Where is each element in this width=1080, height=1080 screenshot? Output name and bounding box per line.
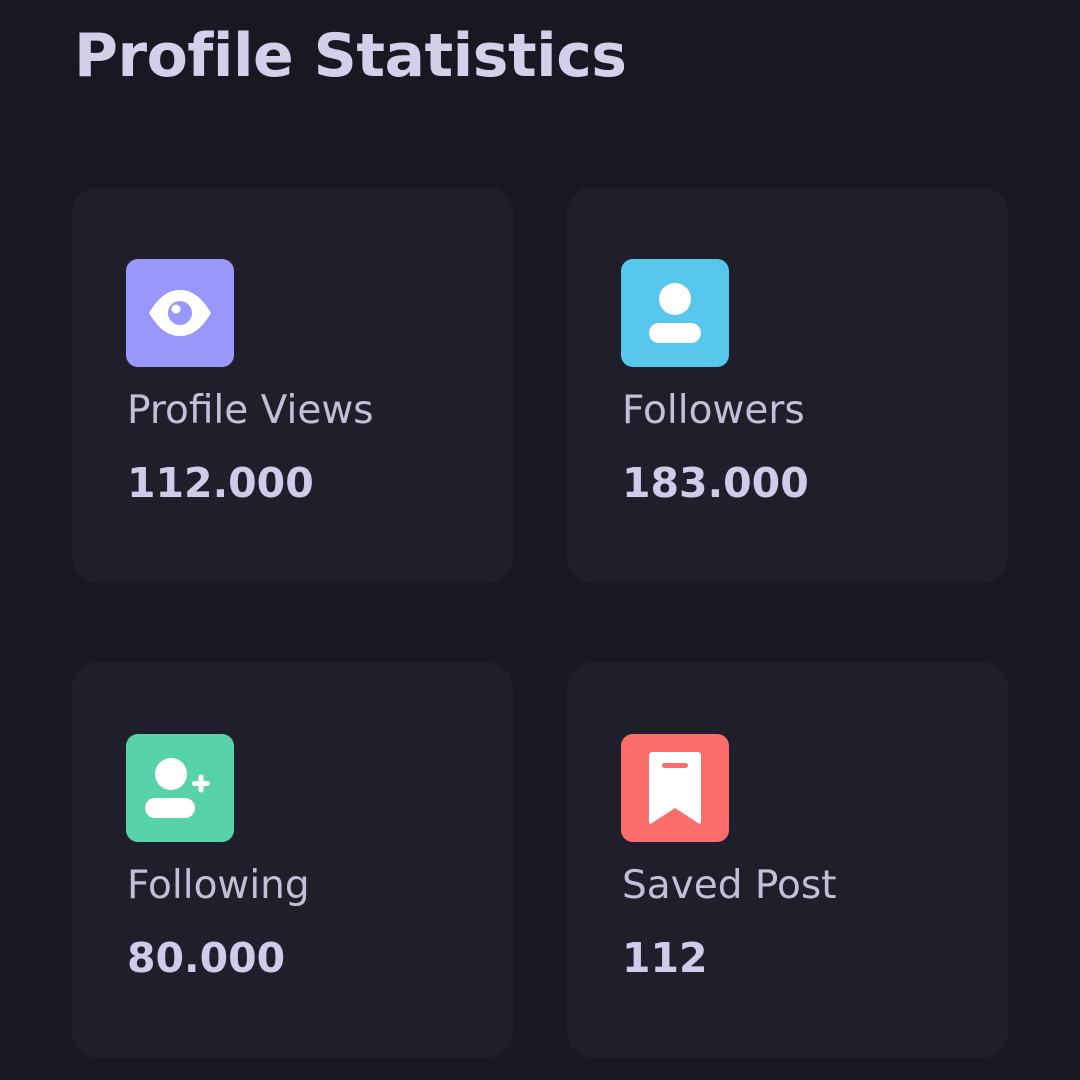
user-icon-box bbox=[621, 259, 729, 367]
stat-label: Profile Views bbox=[127, 388, 374, 433]
stat-value: 112 bbox=[622, 934, 708, 982]
stat-card-followers[interactable]: Followers 183.000 bbox=[567, 187, 1008, 583]
stat-value: 80.000 bbox=[127, 934, 286, 982]
eye-icon bbox=[149, 290, 211, 336]
stat-value: 112.000 bbox=[127, 459, 314, 507]
bookmark-icon-box bbox=[621, 734, 729, 842]
stat-card-following[interactable]: Following 80.000 bbox=[72, 662, 513, 1058]
stat-card-saved-post[interactable]: Saved Post 112 bbox=[567, 662, 1008, 1058]
stat-label: Following bbox=[127, 863, 310, 908]
user-icon bbox=[649, 283, 701, 343]
page-title: Profile Statistics bbox=[74, 21, 627, 91]
stat-label: Saved Post bbox=[622, 863, 837, 908]
user-plus-icon bbox=[145, 758, 210, 818]
stat-label: Followers bbox=[622, 388, 805, 433]
bookmark-icon bbox=[649, 752, 701, 824]
user-plus-icon-box bbox=[126, 734, 234, 842]
stat-value: 183.000 bbox=[622, 459, 809, 507]
stat-card-profile-views[interactable]: Profile Views 112.000 bbox=[72, 187, 513, 583]
eye-icon-box bbox=[126, 259, 234, 367]
